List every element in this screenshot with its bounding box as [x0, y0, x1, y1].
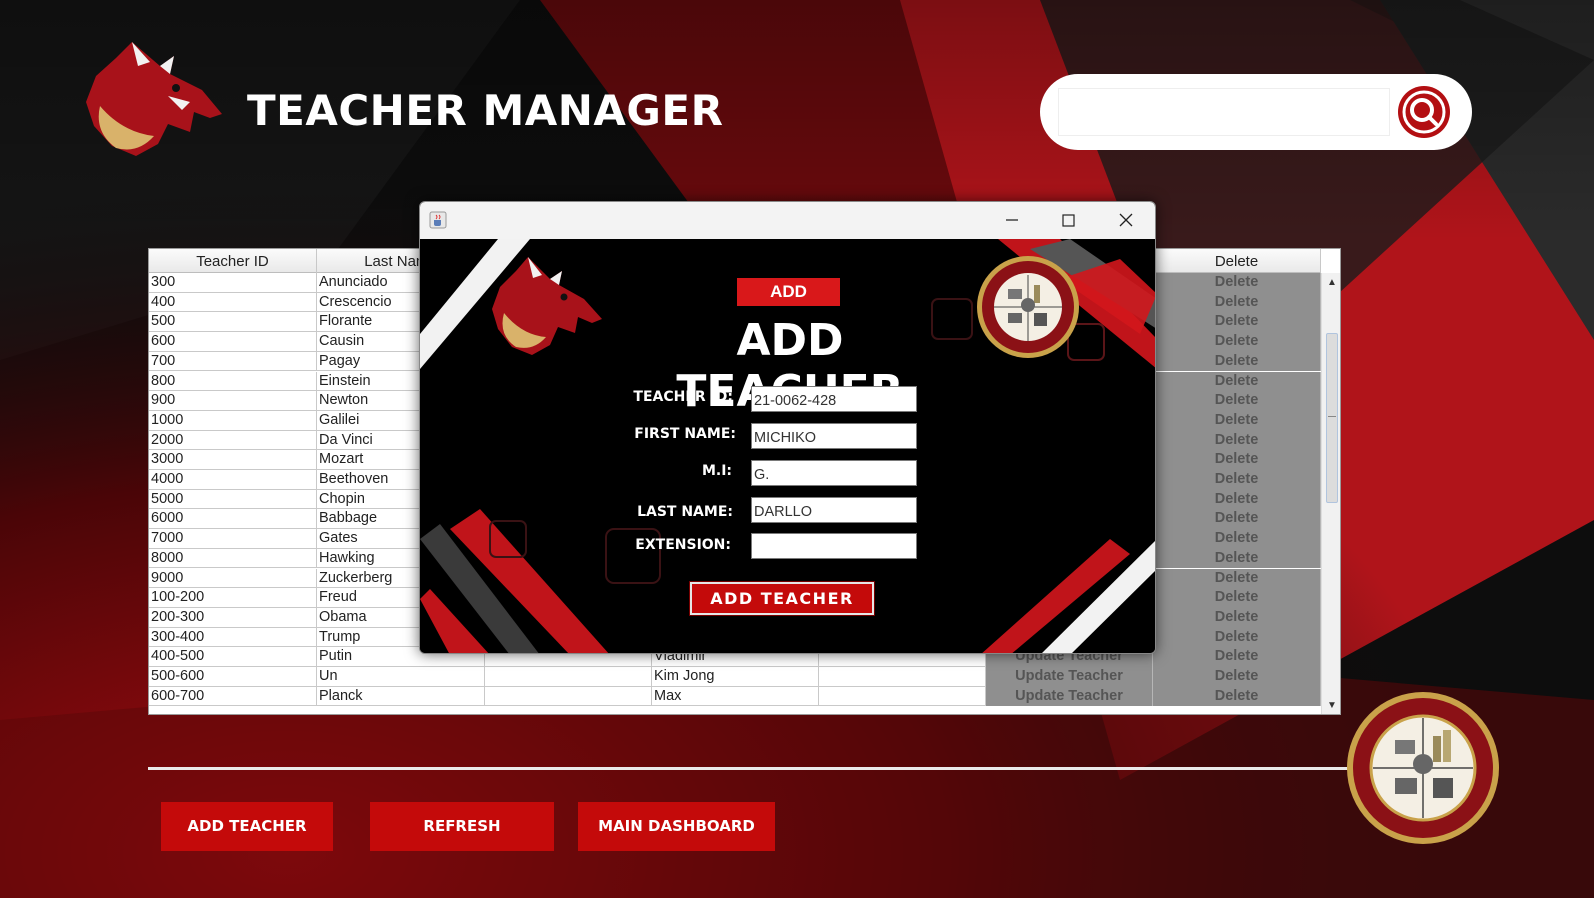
delete-button[interactable]: Delete: [1153, 450, 1321, 470]
cell-teacher-id: 500-600: [149, 667, 317, 687]
cell-teacher-id: 1000: [149, 410, 317, 431]
divider-line: [148, 767, 1348, 770]
extension-field[interactable]: [751, 533, 917, 559]
first-name-label: FIRST NAME:: [634, 426, 736, 442]
cell-first-name: Kim Jong: [652, 667, 819, 687]
cell-teacher-id: 9000: [149, 568, 317, 589]
last-name-field[interactable]: [751, 497, 917, 523]
search-button[interactable]: [1398, 86, 1450, 138]
first-name-field[interactable]: [751, 423, 917, 449]
delete-button[interactable]: Delete: [1153, 588, 1321, 608]
delete-button[interactable]: Delete: [1153, 391, 1321, 411]
cell-teacher-id: 500: [149, 312, 317, 333]
scroll-up-arrow-icon[interactable]: ▲: [1322, 275, 1340, 291]
cell-teacher-id: 600: [149, 332, 317, 352]
cell-teacher-id: 100-200: [149, 588, 317, 608]
cell-last-name: Planck: [317, 686, 485, 707]
search-input[interactable]: [1058, 88, 1390, 136]
mi-label: M.I:: [701, 463, 732, 479]
delete-button[interactable]: Delete: [1153, 273, 1321, 293]
table-row[interactable]: 500-600 Un Kim Jong Update Teacher Delete: [149, 667, 1321, 687]
dialog-body: ADD ADD TEACHER TEACHER ID: FIRST NAME: …: [420, 239, 1155, 653]
scroll-thumb[interactable]: [1326, 333, 1338, 503]
cell-teacher-id: 3000: [149, 450, 317, 470]
delete-button[interactable]: Delete: [1153, 647, 1321, 667]
cell-teacher-id: 600-700: [149, 686, 317, 707]
scroll-down-arrow-icon[interactable]: ▼: [1322, 698, 1340, 714]
delete-button[interactable]: Delete: [1153, 548, 1321, 569]
delete-button[interactable]: Delete: [1153, 351, 1321, 372]
delete-button[interactable]: Delete: [1153, 529, 1321, 549]
delete-button[interactable]: Delete: [1153, 509, 1321, 530]
cell-col-5: [819, 667, 986, 687]
minimize-icon: [1006, 219, 1018, 221]
cell-teacher-id: 900: [149, 391, 317, 411]
delete-button[interactable]: Delete: [1153, 371, 1321, 392]
dialog-university-seal-icon: [977, 256, 1079, 358]
add-teacher-dialog: ADD ADD TEACHER TEACHER ID: FIRST NAME: …: [419, 201, 1156, 654]
delete-button[interactable]: Delete: [1153, 489, 1321, 510]
cell-col-5: [819, 686, 986, 707]
cell-col-3: [485, 686, 652, 707]
cell-teacher-id: 700: [149, 351, 317, 372]
refresh-button[interactable]: REFRESH: [370, 802, 554, 851]
delete-button[interactable]: Delete: [1153, 686, 1321, 707]
cell-teacher-id: 2000: [149, 430, 317, 451]
cell-teacher-id: 200-300: [149, 607, 317, 628]
cell-teacher-id: 300-400: [149, 627, 317, 648]
java-cup-icon: [429, 211, 447, 229]
delete-button[interactable]: Delete: [1153, 667, 1321, 687]
column-header-delete[interactable]: Delete: [1153, 249, 1321, 273]
table-row[interactable]: 600-700 Planck Max Update Teacher Delete: [149, 686, 1321, 707]
cell-teacher-id: 6000: [149, 509, 317, 530]
add-badge: ADD: [737, 278, 840, 306]
delete-button[interactable]: Delete: [1153, 410, 1321, 431]
cell-teacher-id: 400-500: [149, 647, 317, 667]
dialog-titlebar[interactable]: [420, 202, 1155, 239]
cell-teacher-id: 400: [149, 292, 317, 313]
search-icon: [1402, 90, 1446, 134]
delete-button[interactable]: Delete: [1153, 470, 1321, 490]
teacher-id-label: TEACHER ID:: [633, 389, 733, 405]
maximize-button[interactable]: [1040, 202, 1096, 239]
add-teacher-button[interactable]: ADD TEACHER: [161, 802, 333, 851]
university-seal-icon: [1347, 692, 1499, 844]
app-title: TEACHER MANAGER: [247, 86, 724, 135]
cell-first-name: Max: [652, 686, 819, 707]
update-teacher-button[interactable]: Update Teacher: [986, 667, 1153, 687]
cell-last-name: Un: [317, 667, 485, 687]
delete-button[interactable]: Delete: [1153, 607, 1321, 628]
close-button[interactable]: [1098, 202, 1154, 239]
cell-teacher-id: 800: [149, 371, 317, 392]
dialog-dragon-logo-icon: [492, 257, 602, 355]
maximize-icon: [1062, 214, 1075, 227]
column-header-teacher-id[interactable]: Teacher ID: [149, 249, 317, 273]
delete-button[interactable]: Delete: [1153, 292, 1321, 313]
delete-button[interactable]: Delete: [1153, 568, 1321, 589]
cell-teacher-id: 8000: [149, 548, 317, 569]
cell-col-3: [485, 667, 652, 687]
delete-button[interactable]: Delete: [1153, 627, 1321, 648]
extension-label: EXTENSION:: [635, 537, 731, 553]
teacher-id-field[interactable]: [751, 386, 917, 412]
minimize-button[interactable]: [984, 202, 1040, 239]
close-icon: [1119, 213, 1133, 227]
cell-teacher-id: 7000: [149, 529, 317, 549]
delete-button[interactable]: Delete: [1153, 430, 1321, 451]
cell-teacher-id: 300: [149, 273, 317, 293]
main-dashboard-button[interactable]: MAIN DASHBOARD: [578, 802, 775, 851]
mi-field[interactable]: [751, 460, 917, 486]
cell-teacher-id: 5000: [149, 489, 317, 510]
vertical-scrollbar[interactable]: ▲ ▼: [1321, 273, 1340, 714]
update-teacher-button[interactable]: Update Teacher: [986, 686, 1153, 707]
delete-button[interactable]: Delete: [1153, 332, 1321, 352]
last-name-label: LAST NAME:: [637, 504, 733, 520]
add-teacher-submit-button[interactable]: ADD TEACHER: [689, 581, 875, 616]
cell-teacher-id: 4000: [149, 470, 317, 490]
dragon-logo-icon: [86, 42, 222, 156]
delete-button[interactable]: Delete: [1153, 312, 1321, 333]
